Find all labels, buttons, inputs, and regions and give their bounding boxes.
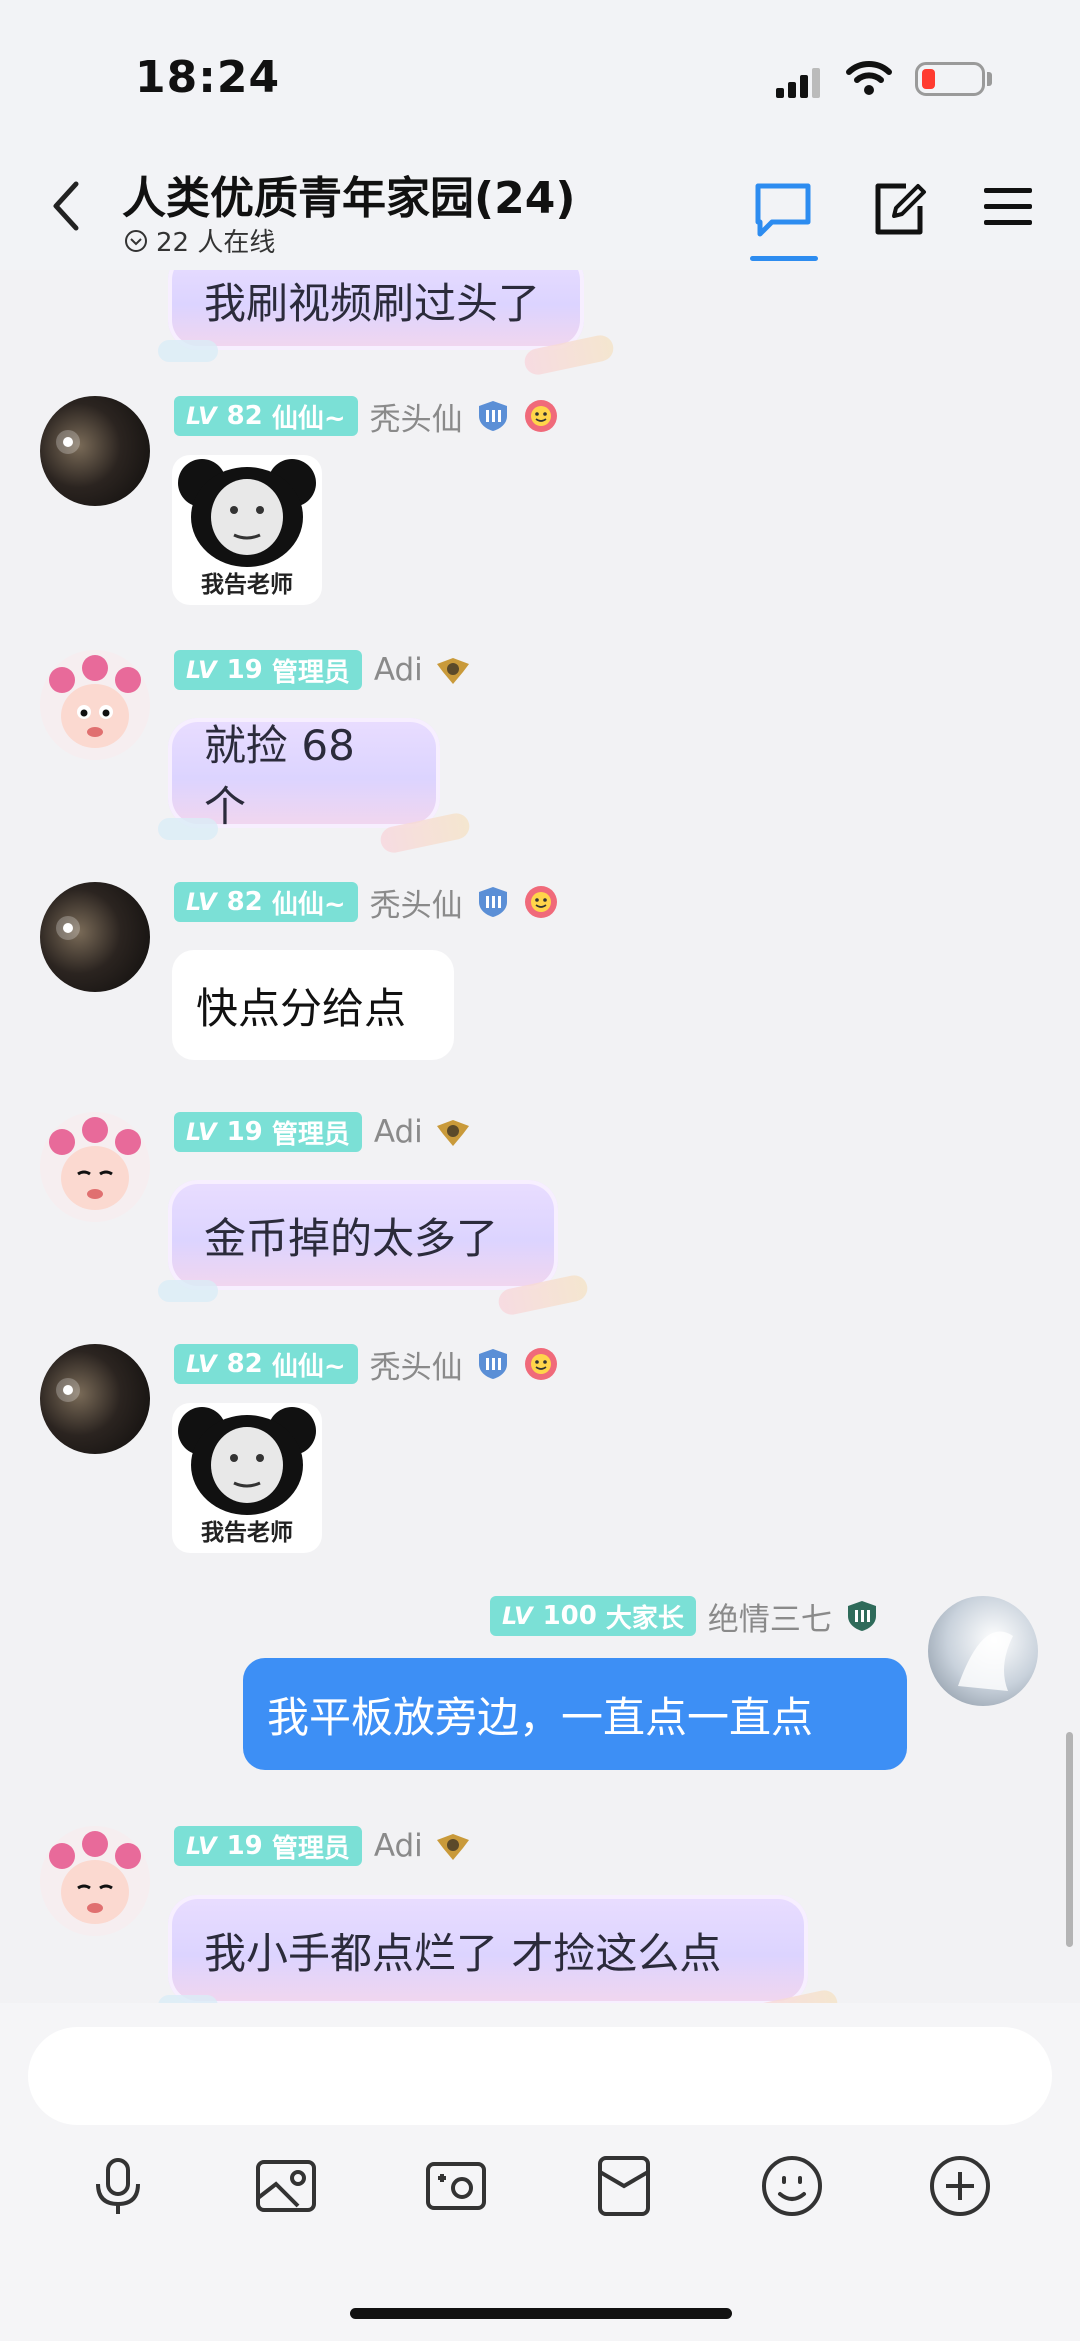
sender-meta: LV 82 仙仙~ 秃头仙: [174, 1342, 559, 1387]
online-count-label: 22 人在线: [156, 228, 276, 258]
level-badge: LV 82 仙仙~: [174, 1344, 358, 1384]
avatar[interactable]: [40, 1826, 150, 1936]
sender-meta: LV 19 管理员 Adi: [174, 1826, 471, 1866]
shield-badge-icon: [478, 401, 507, 431]
battery-nub: [987, 72, 992, 86]
avatar-image: [56, 430, 80, 454]
scrollbar[interactable]: [1066, 1732, 1073, 1947]
sender-meta: LV 82 仙仙~ 秃头仙: [174, 394, 559, 439]
message-bubble[interactable]: 金币掉的太多了: [158, 1180, 558, 1302]
goat-avatar-icon: [49, 1831, 141, 1924]
avatar-image: [958, 1631, 1013, 1691]
avatar-image: [56, 1378, 80, 1402]
sticker-caption: 我告老师: [201, 572, 293, 598]
sender-name[interactable]: 秃头仙: [370, 394, 463, 439]
flower-badge-icon: [524, 1348, 557, 1380]
my-avatar[interactable]: [928, 1596, 1038, 1706]
avatar[interactable]: [40, 882, 150, 992]
home-indicator[interactable]: [350, 2308, 732, 2319]
green-shield-badge-icon: [847, 1601, 876, 1631]
level-badge: LV 19 管理员: [174, 1112, 362, 1152]
level-badge: LV 82 仙仙~: [174, 882, 358, 922]
level-badge: LV 19 管理员: [174, 650, 362, 690]
avatar[interactable]: [40, 396, 150, 506]
microphone-icon[interactable]: [86, 2154, 150, 2218]
gold-crest-badge-icon: [436, 1120, 469, 1146]
goat-avatar-icon: [49, 655, 141, 748]
shield-badge-icon: [478, 887, 507, 917]
flower-badge-icon: [524, 886, 557, 918]
chevron-down-circle-icon: [125, 229, 147, 252]
goat-avatar-icon: [49, 1117, 141, 1210]
sender-name[interactable]: Adi: [374, 652, 423, 688]
emoji-icon[interactable]: [760, 2154, 824, 2218]
sender-meta: LV 100 大家长 绝情三七: [490, 1594, 880, 1639]
level-badge: LV 82 仙仙~: [174, 396, 358, 436]
red-packet-icon[interactable]: [592, 2154, 656, 2218]
image-icon[interactable]: [254, 2154, 318, 2218]
sticker-caption: 我告老师: [201, 1520, 293, 1546]
camera-icon[interactable]: [424, 2154, 488, 2218]
battery-icon: [915, 62, 985, 96]
sender-name[interactable]: Adi: [374, 1828, 423, 1864]
avatar-image: [56, 916, 80, 940]
message-input[interactable]: [28, 2027, 1052, 2125]
sender-name[interactable]: 秃头仙: [370, 880, 463, 925]
gold-crest-badge-icon: [436, 658, 469, 684]
sender-meta: LV 19 管理员 Adi: [174, 1112, 471, 1152]
edit-icon[interactable]: [872, 180, 928, 238]
online-count[interactable]: 22 人在线: [124, 222, 275, 259]
add-icon[interactable]: [928, 2154, 992, 2218]
sticker-image[interactable]: 我告老师: [172, 1403, 322, 1553]
level-badge: LV 100 大家长: [490, 1596, 696, 1636]
shield-badge-icon: [478, 1349, 507, 1379]
wifi-icon: [846, 61, 892, 95]
avatar[interactable]: [40, 1112, 150, 1222]
sender-name[interactable]: 绝情三七: [708, 1594, 832, 1639]
sticker-image[interactable]: 我告老师: [172, 455, 322, 605]
sender-name[interactable]: 秃头仙: [370, 1342, 463, 1387]
avatar[interactable]: [40, 1344, 150, 1454]
back-arrow-icon[interactable]: [48, 178, 84, 234]
flower-badge-icon: [524, 400, 557, 432]
chat-tab-indicator: [750, 256, 818, 261]
sender-name[interactable]: Adi: [374, 1114, 423, 1150]
group-title[interactable]: 人类优质青年家园(24): [122, 162, 575, 226]
sender-meta: LV 19 管理员 Adi: [174, 650, 471, 690]
chat-bubble-icon[interactable]: [752, 180, 814, 240]
sender-meta: LV 82 仙仙~ 秃头仙: [174, 880, 559, 925]
message-bubble[interactable]: 快点分给点: [172, 950, 454, 1060]
message-bubble[interactable]: 就捡 68 个: [158, 718, 440, 840]
menu-icon[interactable]: [982, 184, 1034, 230]
cellular-signal-icon: [776, 68, 820, 98]
gold-crest-badge-icon: [436, 1834, 469, 1860]
my-message-bubble[interactable]: 我平板放旁边，一直点一直点: [243, 1658, 907, 1770]
avatar[interactable]: [40, 650, 150, 760]
level-badge: LV 19 管理员: [174, 1826, 362, 1866]
status-time: 18:24: [135, 52, 281, 103]
message-bubble[interactable]: 我小手都点烂了 才捡这么点: [158, 1895, 808, 2017]
